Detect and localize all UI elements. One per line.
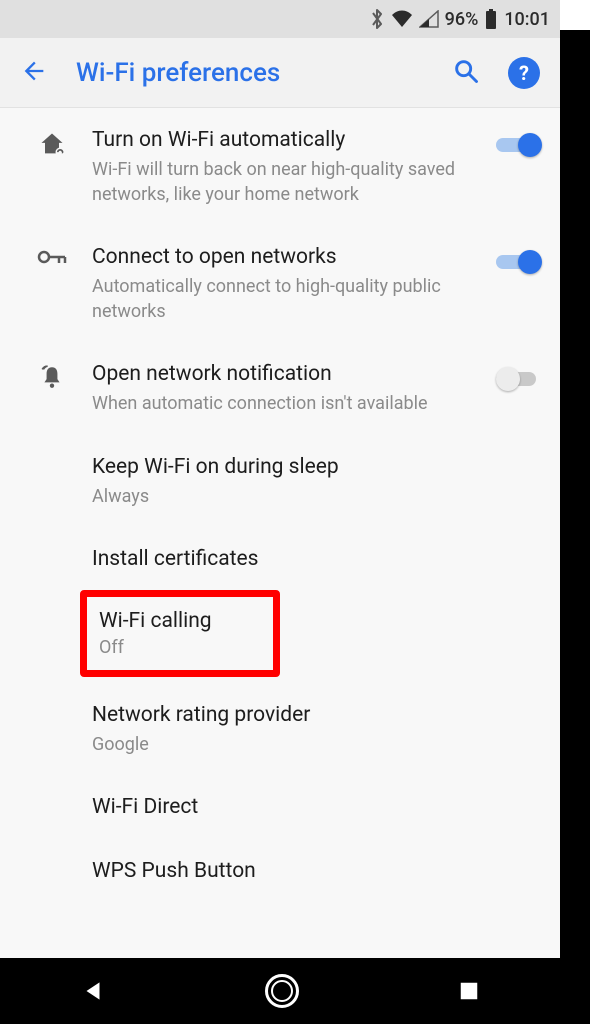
bell-icon bbox=[12, 360, 92, 390]
setting-subtitle: Wi-Fi will turn back on near high-qualit… bbox=[92, 158, 474, 207]
setting-wps-push[interactable]: WPS Push Button bbox=[0, 839, 560, 889]
nav-back-button[interactable] bbox=[80, 978, 106, 1004]
setting-subtitle: Off bbox=[99, 637, 261, 658]
status-bar: 96% 10:01 bbox=[0, 0, 560, 38]
setting-title: Turn on Wi-Fi automatically bbox=[92, 126, 474, 154]
setting-subtitle: Google bbox=[92, 733, 534, 757]
key-icon bbox=[12, 243, 92, 267]
setting-keep-wifi-sleep[interactable]: Keep Wi-Fi on during sleep Always bbox=[0, 435, 560, 528]
nav-recents-button[interactable] bbox=[458, 980, 480, 1002]
toggle-auto-wifi[interactable] bbox=[496, 132, 542, 158]
setting-auto-wifi[interactable]: Turn on Wi-Fi automatically Wi-Fi will t… bbox=[0, 108, 560, 225]
setting-title: Wi-Fi Direct bbox=[92, 793, 534, 821]
device-bezel-right bbox=[560, 30, 590, 1024]
settings-list[interactable]: Turn on Wi-Fi automatically Wi-Fi will t… bbox=[0, 108, 560, 958]
setting-title: Wi-Fi calling bbox=[99, 609, 261, 633]
setting-title: Open network notification bbox=[92, 360, 474, 388]
app-bar: Wi-Fi preferences ? bbox=[0, 38, 560, 108]
clock-time: 10:01 bbox=[504, 9, 550, 30]
search-button[interactable] bbox=[452, 57, 480, 89]
setting-open-notification[interactable]: Open network notification When automatic… bbox=[0, 342, 560, 435]
bluetooth-icon bbox=[369, 8, 385, 30]
home-icon bbox=[12, 126, 92, 158]
setting-title: Install certificates bbox=[92, 545, 534, 573]
setting-wifi-direct[interactable]: Wi-Fi Direct bbox=[0, 775, 560, 839]
setting-title: Keep Wi-Fi on during sleep bbox=[92, 453, 534, 481]
setting-wifi-calling-highlighted[interactable]: Wi-Fi calling Off bbox=[80, 590, 280, 677]
setting-title: Network rating provider bbox=[92, 701, 534, 729]
device-frame: 96% 10:01 Wi-Fi preferences ? Turn on Wi… bbox=[0, 0, 560, 1024]
navigation-bar bbox=[0, 958, 560, 1024]
page-title: Wi-Fi preferences bbox=[76, 58, 424, 88]
toggle-open-networks[interactable] bbox=[496, 249, 542, 275]
setting-subtitle: Always bbox=[92, 485, 534, 509]
back-button[interactable] bbox=[20, 57, 48, 89]
nav-home-button[interactable] bbox=[265, 974, 299, 1008]
setting-rating-provider[interactable]: Network rating provider Google bbox=[0, 675, 560, 776]
setting-open-networks[interactable]: Connect to open networks Automatically c… bbox=[0, 225, 560, 342]
setting-subtitle: When automatic connection isn't availabl… bbox=[92, 392, 474, 416]
cell-signal-icon bbox=[419, 10, 439, 28]
toggle-open-notification[interactable] bbox=[496, 366, 542, 392]
help-button[interactable]: ? bbox=[508, 57, 540, 89]
setting-title: WPS Push Button bbox=[92, 857, 534, 885]
wifi-icon bbox=[391, 10, 413, 28]
battery-percent: 96% bbox=[445, 9, 479, 30]
setting-title: Connect to open networks bbox=[92, 243, 474, 271]
setting-install-certificates[interactable]: Install certificates bbox=[0, 527, 560, 591]
battery-icon bbox=[484, 8, 498, 30]
setting-subtitle: Automatically connect to high-quality pu… bbox=[92, 275, 474, 324]
